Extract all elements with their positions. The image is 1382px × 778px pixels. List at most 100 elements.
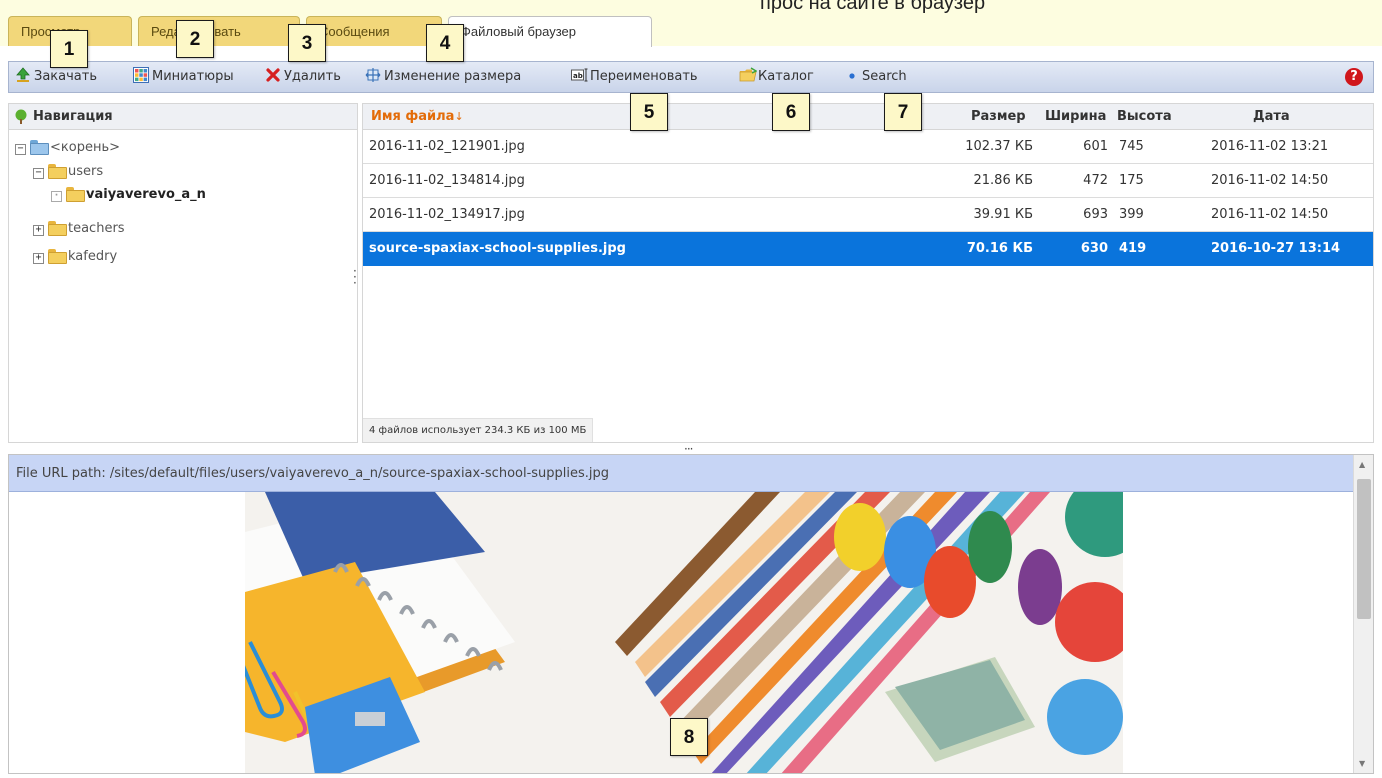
file-size: 39.91 КБ [973,207,1034,222]
search-label: Search [862,69,907,84]
root-folder-icon [30,140,49,155]
navigation-header: Навигация [9,104,357,130]
callout-7: 7 [884,93,922,131]
resize-label: Изменение размера [384,69,522,84]
file-width: 693 [1083,207,1108,222]
thumbnails-grid-icon [133,67,149,83]
navigation-panel: Навигация − <корень> − users · vaiyaverevo_… [8,103,358,443]
scroll-down-icon[interactable]: ▼ [1359,759,1365,768]
tree-item-label: users [68,164,104,179]
file-width: 601 [1083,139,1108,154]
file-height: 399 [1119,207,1144,222]
tree-item-label: teachers [68,221,125,236]
directory-label: Каталог [758,69,814,84]
column-header-width[interactable]: Ширина [1045,104,1106,130]
resize-icon [365,67,381,83]
file-date: 2016-11-02 14:50 [1211,173,1329,188]
column-header-name[interactable]: Имя файла↓ [371,104,464,130]
callout-8: 8 [670,718,708,756]
resize-button[interactable]: Изменение размера [365,67,521,87]
file-date: 2016-11-02 13:21 [1211,139,1329,154]
file-size: 70.16 КБ [966,241,1033,256]
tree-item-vaiyaverevo[interactable]: · vaiyaverevo_a_n [51,185,206,205]
sort-arrow-icon: ↓ [454,110,464,123]
toolbar: Закачать Миниатюры Удалить Изменение раз… [8,61,1374,93]
file-size: 21.86 КБ [973,173,1034,188]
file-url-label: File URL path: [16,466,106,481]
file-name: 2016-11-02_134814.jpg [369,173,525,188]
tree-item-users[interactable]: − users [33,162,103,182]
collapse-toggle-icon[interactable]: − [15,144,26,155]
file-width: 472 [1083,173,1108,188]
expand-toggle-icon[interactable]: + [33,253,44,264]
directory-button[interactable]: Каталог [739,67,814,87]
search-dot-icon [847,67,859,83]
tree-item-teachers[interactable]: + teachers [33,219,125,239]
file-list-header: Имя файла↓ Размер Ширина Высота Дата [363,104,1373,130]
delete-x-icon [265,67,281,83]
file-size: 102.37 КБ [965,139,1033,154]
expand-toggle-icon[interactable]: + [33,225,44,236]
preview-scrollbar[interactable]: ▲ ▼ [1353,455,1373,773]
column-header-height[interactable]: Высота [1117,104,1172,130]
quota-status: 4 файлов использует 234.3 КБ из 100 МБ [363,418,594,442]
tree-item-label: vaiyaverevo_a_n [86,187,206,202]
svg-text:ab: ab [573,72,583,80]
file-height: 745 [1119,139,1144,154]
callout-4: 4 [426,24,464,62]
upload-label: Закачать [34,69,98,84]
folder-icon [48,221,67,236]
tab-file-browser[interactable]: Файловый браузер [448,16,652,47]
upload-icon [15,67,31,83]
file-list-panel: Имя файла↓ Размер Ширина Высота Дата 201… [362,103,1374,443]
column-header-date[interactable]: Дата [1253,104,1290,130]
tab-edit[interactable]: Редактировать [138,16,300,46]
vertical-splitter-handle[interactable]: · · · [353,265,357,289]
column-header-size[interactable]: Размер [971,104,1026,130]
delete-button[interactable]: Удалить [265,67,341,87]
tree-root-label: <корень> [50,140,121,155]
callout-3: 3 [288,24,326,62]
file-row[interactable]: 2016-11-02_134814.jpg 21.86 КБ 472 175 2… [363,164,1373,198]
file-date: 2016-10-27 13:14 [1211,241,1341,256]
collapse-toggle-icon[interactable]: − [33,168,44,179]
rename-label: Переименовать [590,69,698,84]
leaf-toggle-icon[interactable]: · [51,191,62,202]
tree-item-kafedry[interactable]: + kafedry [33,247,117,267]
tree-item-label: kafedry [68,249,118,264]
file-name: 2016-11-02_134917.jpg [369,207,525,222]
tab-messages[interactable]: Сообщения [306,16,442,46]
cut-off-heading: прос на сайте в браузер [760,0,986,14]
callout-5: 5 [630,93,668,131]
tree-root[interactable]: − <корень> [15,138,120,158]
help-icon[interactable]: ? [1345,68,1363,86]
search-button[interactable]: Search [847,67,907,87]
scroll-thumb[interactable] [1357,479,1371,619]
folder-icon [48,164,67,179]
delete-label: Удалить [284,69,341,84]
folder-icon [48,249,67,264]
rename-button[interactable]: ab Переименовать [571,67,698,87]
folder-open-icon [739,67,758,83]
file-name: source-spaxiax-school-supplies.jpg [369,241,626,256]
tree-icon [13,109,29,135]
scroll-up-icon[interactable]: ▲ [1359,460,1365,469]
navigation-title: Навигация [33,109,113,124]
upload-button[interactable]: Закачать [15,67,97,87]
thumbnails-label: Миниатюры [152,69,234,84]
file-date: 2016-11-02 14:50 [1211,207,1329,222]
file-url-path: /sites/default/files/users/vaiyaverevo_a… [109,466,610,481]
callout-6: 6 [772,93,810,131]
thumbnails-button[interactable]: Миниатюры [133,67,234,87]
file-row[interactable]: 2016-11-02_134917.jpg 39.91 КБ 693 399 2… [363,198,1373,232]
file-height: 419 [1119,241,1147,256]
folder-icon [66,187,85,202]
file-height: 175 [1119,173,1144,188]
file-row[interactable]: 2016-11-02_121901.jpg 102.37 КБ 601 745 … [363,130,1373,164]
file-row-selected[interactable]: source-spaxiax-school-supplies.jpg 70.16… [363,232,1373,266]
file-width: 630 [1080,241,1108,256]
file-name: 2016-11-02_121901.jpg [369,139,525,154]
file-url-bar: File URL path: /sites/default/files/user… [9,455,1373,492]
callout-1: 1 [50,30,88,68]
rename-icon: ab [571,67,588,83]
